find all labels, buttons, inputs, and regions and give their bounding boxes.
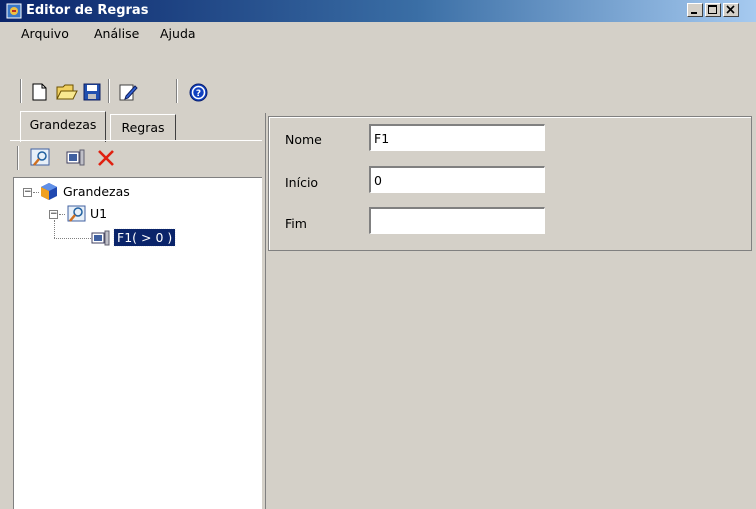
properties-group: Nome Início Fim xyxy=(268,116,752,251)
minimize-icon xyxy=(691,12,697,14)
add-quantity-icon[interactable] xyxy=(30,148,52,168)
fim-input[interactable] xyxy=(369,207,545,234)
tab-grandezas[interactable]: Grandezas xyxy=(20,111,106,142)
tree-connector xyxy=(59,214,65,216)
minimize-button[interactable] xyxy=(687,3,703,17)
toolbar-separator-2 xyxy=(176,79,178,103)
tree-connector xyxy=(33,192,39,194)
fim-label: Fim xyxy=(285,216,307,231)
new-file-icon[interactable] xyxy=(31,83,48,101)
toolbar-separator xyxy=(108,79,110,103)
title-bar: Editor de Regras xyxy=(0,0,756,22)
help-icon[interactable]: ? xyxy=(189,83,208,102)
delete-icon[interactable] xyxy=(97,149,115,167)
nome-label: Nome xyxy=(285,132,322,147)
tree-connector xyxy=(54,220,56,238)
tree-node-f1[interactable]: F1( > 0 ) xyxy=(112,228,177,247)
add-range-icon[interactable] xyxy=(65,148,87,168)
save-icon[interactable] xyxy=(83,83,101,101)
app-icon xyxy=(6,3,22,19)
maximize-icon xyxy=(708,5,717,14)
svg-text:?: ? xyxy=(196,89,201,99)
open-folder-icon[interactable] xyxy=(56,83,78,101)
toolbar-grip xyxy=(20,79,22,103)
tree-node-u1[interactable]: U1 xyxy=(90,206,107,221)
nome-input[interactable] xyxy=(369,124,545,151)
menu-analise[interactable]: Análise xyxy=(94,26,139,41)
menu-bar: Arquivo Análise Ajuda xyxy=(0,23,756,43)
inicio-label: Início xyxy=(285,175,319,190)
tab-regras[interactable]: Regras xyxy=(110,114,176,140)
collapse-icon[interactable]: − xyxy=(23,188,32,197)
range-icon xyxy=(91,230,110,246)
tree-view[interactable]: − Grandezas − U1 F1( > 0 ) xyxy=(13,177,262,509)
inicio-input[interactable] xyxy=(369,166,545,193)
maximize-button[interactable] xyxy=(705,3,721,17)
menu-ajuda[interactable]: Ajuda xyxy=(160,26,196,41)
edit-icon[interactable] xyxy=(118,83,138,101)
grandezas-icon xyxy=(41,183,57,200)
quantity-icon xyxy=(67,205,86,222)
collapse-icon[interactable]: − xyxy=(49,210,58,219)
window-title: Editor de Regras xyxy=(26,3,149,18)
menu-arquivo[interactable]: Arquivo xyxy=(21,26,69,41)
tree-connector xyxy=(54,238,91,240)
close-icon xyxy=(726,5,735,14)
tree-toolbar-grip xyxy=(17,146,19,170)
close-button[interactable] xyxy=(723,3,739,17)
tab-strip-line xyxy=(10,140,262,141)
tree-node-root[interactable]: Grandezas xyxy=(63,184,130,199)
